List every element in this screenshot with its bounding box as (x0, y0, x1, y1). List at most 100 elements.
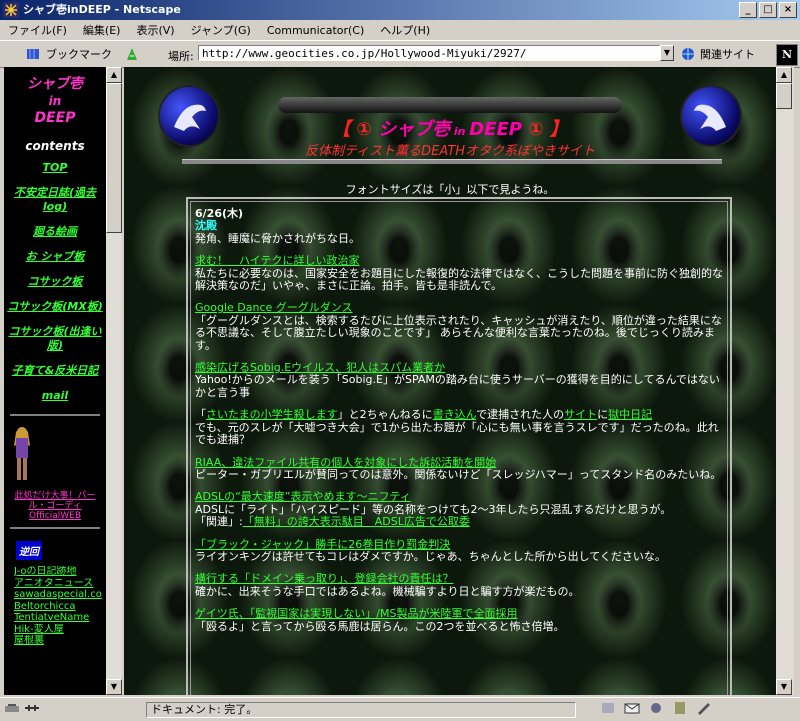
menu-go[interactable]: ジャンプ(G) (183, 22, 259, 38)
bookmarks-button[interactable]: ブックマーク (26, 46, 112, 62)
entry-title-link[interactable]: Google Dance グーグルダンス (195, 302, 723, 315)
sidebar-link-cossack-meet[interactable]: コサック板(出逢い版) (6, 325, 104, 353)
sidebar-scrollbar[interactable]: ▲ ▼ (106, 67, 122, 695)
entry-title-link[interactable]: 横行する「ドメイン乗っ取り」、登録会社の責任は？ (195, 572, 723, 585)
status-bar: ドキュメント: 完了。 (0, 697, 800, 721)
entry-body: ピーター・ガブリエルが賛同ってのは意外。関係ないけど「スレッジハマー」ってスタン… (195, 467, 722, 481)
composer-component-icon[interactable] (696, 701, 712, 715)
menu-file[interactable]: ファイル(F) (0, 22, 75, 38)
entry-title-link[interactable]: 求む！ ハイテクに詳しい政治家 (195, 254, 723, 267)
inline-link[interactable]: 書き込ん (433, 408, 476, 421)
main-scrollbar[interactable]: ▲ ▼ (776, 67, 794, 695)
sidebar-external-link[interactable]: J-oの日記跡地 (14, 566, 106, 578)
related-sites-label: 関連サイト (700, 48, 755, 61)
diary-entry: 横行する「ドメイン乗っ取り」、登録会社の責任は？ 確かに、出来そうな手口ではある… (195, 572, 723, 598)
location-toolbar: ブックマーク 場所: http://www.geocities.co.jp/Ho… (0, 40, 800, 68)
main-scroll-down-arrow[interactable]: ▼ (776, 679, 792, 695)
links-badge: 逆回 (16, 541, 42, 560)
entry-body: 「グーグルダンスとは、検索するたびに上位表示されたり、キャッシュが消えたり、順位… (195, 313, 722, 352)
sidebar-external-link[interactable]: Beltorchicca (14, 601, 106, 613)
sidebar-divider (10, 527, 100, 529)
sidebar-link-cossack-board[interactable]: コサック板 (6, 275, 104, 289)
minimize-button[interactable]: _ (739, 2, 757, 18)
page-subtitle: 反体制ティスト薫るDEATHオタク系ぼやきサイト (304, 144, 596, 159)
title-bracket-right: ① 】 (522, 119, 568, 140)
banner-decor-bar (278, 97, 622, 113)
site-logo: シャブ壱 in DEEP (4, 76, 106, 127)
entry-body: でも、元のスレが「大嘘つき大会」で1から出たお題が「心にも無い事を言うスレです」… (195, 420, 719, 447)
diary-entry: ADSLの“最大速度”表示やめます～ニフティ ADSLに「ライト」「ハイスピード… (195, 490, 723, 529)
related-label: 「関連」: (195, 515, 243, 529)
promo-link[interactable]: 此処だけ大事！パール・ゴーディ OfficialWEB (6, 491, 104, 521)
status-text: ドキュメント: 完了。 (146, 702, 576, 718)
contents-heading: contents (25, 139, 85, 153)
entry-body: ライオンキングは許せてもコレはダメですか。じゃあ、ちゃんとした所から出してくださ… (195, 549, 666, 563)
related-sites-button[interactable]: 関連サイト (680, 46, 755, 62)
diary-content: 6/26(木) 沈殿 発角、睡魔に脅かされがちな日。 求む！ ハイテクに詳しい政… (190, 201, 728, 695)
netscape-logo-icon[interactable]: N (776, 44, 798, 66)
diary-entry: Google Dance グーグルダンス 「グーグルダンスとは、検索するたびに上… (195, 302, 723, 352)
sidebar-link-gallery[interactable]: 廻る絵画 (6, 225, 104, 239)
sidebar-link-mail[interactable]: mail (6, 389, 104, 403)
sidebar-divider (10, 414, 100, 416)
site-logo-line1: シャブ壱 (27, 76, 83, 92)
entry-title-link[interactable]: ADSLの“最大速度”表示やめます～ニフティ (195, 490, 723, 503)
sidebar-link-parenting-diary[interactable]: 子育て&反米日記 (6, 364, 104, 378)
site-logo-line2: in (48, 94, 62, 108)
sidebar-external-link[interactable]: TentiatveName (14, 612, 106, 624)
diary-mood: 沈殿 (195, 219, 217, 233)
navigator-component-icon[interactable] (600, 701, 616, 715)
address-book-icon[interactable] (672, 701, 688, 715)
diary-entry: 「ブラック・ジャック」勝手に26巻目作り罰金判決 ライオンキングは許せてもコレは… (195, 538, 723, 564)
sidebar-scroll-down-arrow[interactable]: ▼ (106, 679, 122, 695)
entry-title-link[interactable]: ゲイツ氏、「監視国家は実現しない」/MS製品が米陸軍で全面採用 (195, 607, 723, 620)
sidebar-scroll-up-arrow[interactable]: ▲ (106, 67, 122, 83)
related-link[interactable]: 「無料」の誇大表示駄目 ADSL広告で公取委 (243, 515, 470, 528)
menu-bar: ファイル(F) 編集(E) 表示(V) ジャンプ(G) Communicator… (0, 20, 800, 40)
inline-link[interactable]: 獄中日記 (608, 408, 652, 421)
mail-component-icon[interactable] (624, 701, 640, 715)
menu-help[interactable]: ヘルプ(H) (372, 22, 438, 38)
sidebar-link-diary[interactable]: 不安定日誌(過去log) (6, 186, 104, 214)
newsgroups-component-icon[interactable] (648, 701, 664, 715)
sidebar-external-link[interactable]: sawadaspecial.co (14, 589, 106, 601)
sidebar-external-link[interactable]: 屋根裏 (14, 635, 106, 647)
bookmark-icon (27, 49, 41, 59)
sidebar-link-shabu-board[interactable]: お シャブ板 (6, 250, 104, 264)
entry-text: で逮捕された人の (476, 408, 565, 422)
diary-intro: 発角、睡魔に脅かされがちな日。 (195, 231, 360, 245)
entry-body: 確かに、出来そうな手口ではあるよね。機械騙すより日と騙す方が楽だもの。 (195, 584, 580, 598)
sidebar-external-link[interactable]: アニオタニュース (14, 578, 106, 590)
main-scroll-thumb[interactable] (776, 83, 792, 109)
security-icon[interactable] (4, 701, 20, 715)
netscape-app-icon (3, 2, 19, 18)
title-main: シャブ壱 (378, 119, 450, 140)
diary-date: 6/26(木) (195, 207, 244, 220)
entry-body: 私たちに必要なのは、国家安全をお題目にした報復的な法律ではなく、こうした問題を事… (195, 266, 723, 293)
close-button[interactable]: × (779, 2, 797, 18)
diary-entry: ゲイツ氏、「監視国家は実現しない」/MS製品が米陸軍で全面採用 「殴るよ」と言っ… (195, 607, 723, 633)
main-scroll-up-arrow[interactable]: ▲ (776, 67, 792, 83)
menu-view[interactable]: 表示(V) (128, 22, 182, 38)
character-figure-image[interactable] (4, 424, 40, 484)
title-in: in (450, 125, 470, 138)
connection-icon[interactable] (24, 701, 40, 715)
sidebar-link-top[interactable]: TOP (6, 161, 104, 175)
title-bar[interactable]: シャブ壱inDEEP - Netscape _ □ × (0, 0, 800, 20)
sidebar-scroll-thumb[interactable] (106, 83, 122, 233)
entry-body: Yahoo!からのメールを装う「Sobig.E」がSPAMの踏み台に使うサーバー… (195, 373, 720, 399)
page-proxy-icon[interactable] (124, 47, 140, 61)
sidebar-external-link[interactable]: Hik-変人屋 (14, 624, 106, 636)
url-dropdown-button[interactable]: ▼ (660, 45, 674, 61)
bookmarks-label: ブックマーク (46, 48, 112, 61)
inline-link[interactable]: さいたまの小学生殺します (206, 408, 338, 421)
maximize-button[interactable]: □ (759, 2, 777, 18)
globe-icon (682, 48, 694, 60)
url-input[interactable]: http://www.geocities.co.jp/Hollywood-Miy… (198, 45, 660, 61)
inline-link[interactable]: サイト (564, 408, 597, 421)
menu-communicator[interactable]: Communicator(C) (259, 24, 372, 37)
menu-edit[interactable]: 編集(E) (75, 22, 129, 38)
sidebar-link-cossack-mx[interactable]: コサック板(MX板) (6, 300, 104, 314)
diary-entry: RIAA、違法ファイル共有の個人を対象にした訴訟活動を開始 ピーター・ガブリエル… (195, 456, 723, 482)
entry-text: 」と2ちゃんねるに (337, 408, 433, 422)
